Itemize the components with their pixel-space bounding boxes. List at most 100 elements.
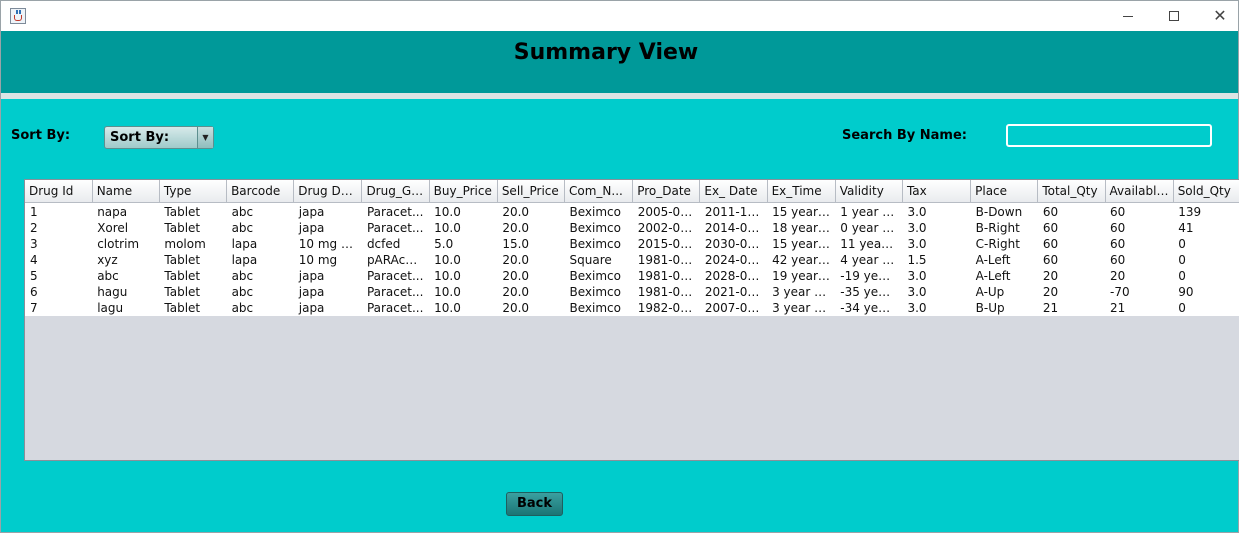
table-cell[interactable]: Beximco — [564, 284, 633, 300]
table-cell[interactable]: 19 year ... — [767, 268, 836, 284]
table-cell[interactable]: 60 — [1105, 252, 1174, 268]
table-cell[interactable]: napa — [92, 202, 160, 220]
table-cell[interactable]: 20 — [1105, 268, 1174, 284]
table-cell[interactable]: 10 mg d... — [293, 236, 362, 252]
table-cell[interactable]: 3 year 1 ... — [767, 284, 836, 300]
table-cell[interactable]: 3.0 — [902, 202, 971, 220]
table-cell[interactable]: 0 — [1173, 252, 1239, 268]
table-cell[interactable]: abc — [226, 284, 294, 300]
table-cell[interactable]: 1 year 5 ... — [835, 202, 903, 220]
table-cell[interactable]: 5 — [25, 268, 93, 284]
table-cell[interactable]: -70 — [1105, 284, 1174, 300]
table-cell[interactable]: Tablet — [159, 220, 227, 236]
table-cell[interactable]: japa — [293, 220, 362, 236]
table-cell[interactable]: Paracet... — [361, 202, 430, 220]
table-cell[interactable]: 10.0 — [429, 268, 498, 284]
table-cell[interactable]: 4 year 1... — [835, 252, 903, 268]
table-cell[interactable]: A-Left — [970, 252, 1038, 268]
column-header[interactable]: Available... — [1105, 180, 1174, 203]
table-cell[interactable]: 5.0 — [429, 236, 498, 252]
table-cell[interactable]: -34 year ... — [835, 300, 903, 316]
table-cell[interactable]: abc — [226, 220, 294, 236]
column-header[interactable]: Ex_ Date — [699, 180, 768, 203]
column-header[interactable]: Type — [159, 180, 228, 203]
table-cell[interactable]: abc — [226, 268, 294, 284]
table-cell[interactable]: 90 — [1173, 284, 1239, 300]
table-cell[interactable]: lapa — [226, 252, 294, 268]
table-cell[interactable]: 2005-03... — [632, 202, 700, 220]
table-cell[interactable]: 1 — [25, 202, 93, 220]
table-cell[interactable]: 1.5 — [902, 252, 971, 268]
minimize-button[interactable] — [1105, 1, 1151, 31]
column-header[interactable]: Tax — [902, 180, 972, 203]
table-cell[interactable]: C-Right — [970, 236, 1038, 252]
table-cell[interactable]: 139 — [1173, 202, 1239, 220]
table-cell[interactable]: 6 — [25, 284, 93, 300]
table-cell[interactable]: Square — [564, 252, 633, 268]
table-cell[interactable]: Tablet — [159, 202, 227, 220]
table-cell[interactable]: 10.0 — [429, 284, 498, 300]
sort-by-dropdown[interactable]: Sort By: ▼ — [104, 126, 214, 149]
table-cell[interactable]: 42 year ... — [767, 252, 836, 268]
table-cell[interactable]: Paracet... — [361, 284, 430, 300]
table-cell[interactable]: 15 year ... — [767, 236, 836, 252]
table-cell[interactable]: B-Right — [970, 220, 1038, 236]
column-header[interactable]: Sold_Qty — [1173, 180, 1239, 203]
table-cell[interactable]: 2 — [25, 220, 93, 236]
table-cell[interactable]: 0 year 1... — [835, 220, 903, 236]
table-cell[interactable]: 60 — [1105, 236, 1174, 252]
table-cell[interactable]: lagu — [92, 300, 160, 316]
table-cell[interactable]: 20.0 — [497, 202, 565, 220]
column-header[interactable]: Name — [92, 180, 160, 203]
back-button[interactable]: Back — [506, 492, 563, 516]
column-header[interactable]: Pro_Date — [632, 180, 701, 203]
table-cell[interactable]: 3 — [25, 236, 93, 252]
table-row[interactable]: 1 napa Tablet abc japa Paracet... 10.0 20.0 Bexi… — [25, 202, 1239, 220]
table-cell[interactable]: Beximco — [564, 268, 633, 284]
table-cell[interactable]: 10.0 — [429, 220, 498, 236]
table-cell[interactable]: B-Down — [970, 202, 1038, 220]
table-cell[interactable]: 60 — [1037, 220, 1105, 236]
table-cell[interactable]: 60 — [1037, 236, 1105, 252]
table-cell[interactable]: Paracet... — [361, 300, 430, 316]
table-cell[interactable]: B-Up — [970, 300, 1038, 316]
table-cell[interactable]: 15 year ... — [767, 202, 836, 220]
table-cell[interactable]: xyz — [92, 252, 160, 268]
table-cell[interactable]: 7 — [25, 300, 93, 316]
table-cell[interactable]: Tablet — [159, 252, 227, 268]
table-cell[interactable]: 21 — [1105, 300, 1174, 316]
column-header[interactable]: Drug_Gr... — [361, 180, 430, 203]
table-cell[interactable]: Xorel — [92, 220, 160, 236]
table-cell[interactable]: pARAcel... — [361, 252, 430, 268]
table-cell[interactable]: 2002-02... — [632, 220, 700, 236]
table-cell[interactable]: 0 — [1173, 236, 1239, 252]
table-cell[interactable]: 20 — [1037, 268, 1105, 284]
table-cell[interactable]: A-Left — [970, 268, 1038, 284]
table-cell[interactable]: 60 — [1105, 202, 1174, 220]
table-row[interactable]: 4 xyz Tablet lapa 10 mg pARAcel... 10.0 20.0 Squ… — [25, 252, 1239, 268]
table-cell[interactable]: 3.0 — [902, 284, 971, 300]
table-cell[interactable]: japa — [293, 202, 362, 220]
table-cell[interactable]: 10.0 — [429, 202, 498, 220]
table-cell[interactable]: 10.0 — [429, 300, 498, 316]
table-cell[interactable]: A-Up — [970, 284, 1038, 300]
table-cell[interactable]: 20.0 — [497, 220, 565, 236]
table-cell[interactable]: -35 year ... — [835, 284, 903, 300]
column-header[interactable]: Com_N... — [564, 180, 634, 203]
table-cell[interactable]: Beximco — [564, 300, 633, 316]
table-row[interactable]: 3 clotrim molom lapa 10 mg d... dcfed 5.0 15.0 B… — [25, 236, 1239, 252]
table-row[interactable]: 5 abc Tablet abc japa Paracet... 10.0 20.0 Bexim… — [25, 268, 1239, 284]
table-cell[interactable]: 2030-05... — [699, 236, 768, 252]
table-cell[interactable]: 21 — [1037, 300, 1105, 316]
column-header[interactable]: Drug Do... — [293, 180, 363, 203]
table-cell[interactable]: -19 year ... — [835, 268, 903, 284]
table-cell[interactable]: 0 — [1173, 268, 1239, 284]
table-cell[interactable]: lapa — [226, 236, 294, 252]
table-cell[interactable]: 1981-03... — [632, 252, 700, 268]
table-cell[interactable]: 3.0 — [902, 268, 971, 284]
table-cell[interactable]: abc — [226, 300, 294, 316]
table-cell[interactable]: 10 mg — [293, 252, 362, 268]
column-header[interactable]: Place — [970, 180, 1039, 203]
table-cell[interactable]: 2024-03... — [699, 252, 768, 268]
table-cell[interactable]: 2021-02... — [699, 284, 768, 300]
